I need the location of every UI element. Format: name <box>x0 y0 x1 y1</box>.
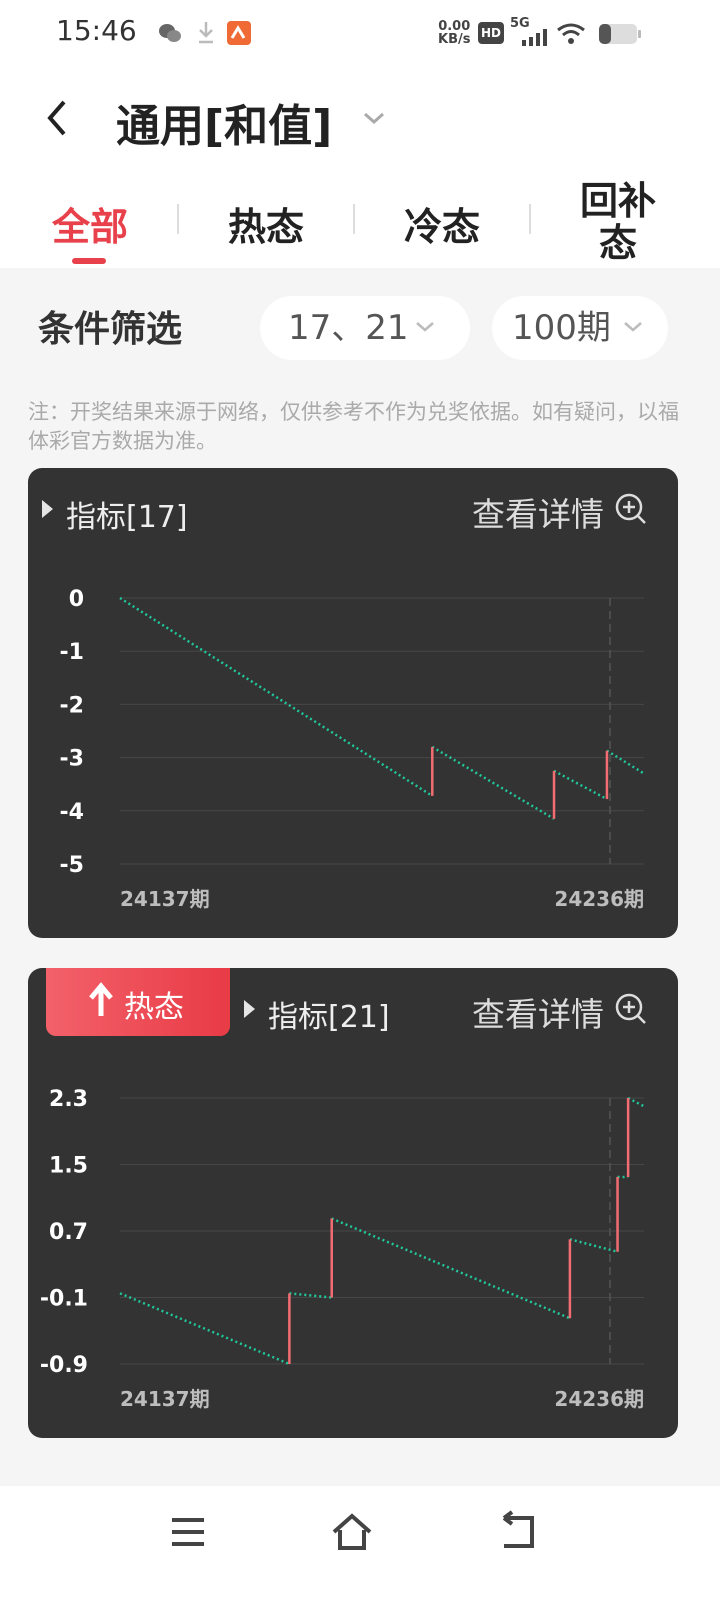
wifi-icon <box>557 23 585 44</box>
y-tick-label: -5 <box>60 853 84 878</box>
indicator-card-17: 指标[17] 查看详情 0 -1 -2 -3 -4 -5 24137期 24236期 <box>28 468 678 938</box>
filter-row: 条件筛选 17、21 100期 <box>0 268 720 378</box>
back-arrow-icon[interactable] <box>42 98 74 138</box>
trend-line-segment <box>119 1292 290 1366</box>
numbers-select-value: 17、21 <box>288 308 409 348</box>
trend-line-segment <box>627 1096 645 1108</box>
indicator-17-chart: 0 -1 -2 -3 -4 -5 24137期 24236期 <box>60 587 645 911</box>
x-end-label: 24236期 <box>554 1387 644 1411</box>
tab-active-indicator <box>72 258 106 264</box>
disclaimer-note: 注：开奖结果来源于网络，仅供参考不作为兑奖依据。如有疑问，以福体彩官方数据为准。 <box>28 400 679 453</box>
status-bar: 15:46 0.00 KB/s HD 5G <box>0 0 720 68</box>
home-icon[interactable] <box>328 1508 376 1556</box>
tab-divider <box>353 204 355 234</box>
tab-divider <box>177 204 179 234</box>
indicator-card-21: 热态 指标[21] 查看详情 2.3 1.5 0.7 -0.1 -0.9 24137期 24… <box>28 968 678 1438</box>
download-icon <box>199 22 213 44</box>
battery-icon <box>599 24 641 44</box>
indicator-21-chart: 2.3 1.5 0.7 -0.1 -0.9 24137期 24236期 <box>40 1087 645 1411</box>
trend-line-segment <box>289 1292 332 1299</box>
numbers-select[interactable]: 17、21 <box>260 296 470 360</box>
x-end-label: 24236期 <box>554 887 644 911</box>
x-start-label: 24137期 <box>120 1387 210 1411</box>
system-nav-bar <box>0 1486 720 1600</box>
tab-cold[interactable]: 冷态 <box>396 196 488 251</box>
trend-line-segment <box>606 749 645 775</box>
chevron-down-icon[interactable] <box>362 106 386 130</box>
menu-icon[interactable] <box>164 1508 212 1556</box>
net-speed-unit: KB/s <box>438 32 471 47</box>
hd-label: HD <box>480 26 501 40</box>
status-time: 15:46 <box>56 14 137 47</box>
chevron-down-icon <box>416 322 434 332</box>
period-select-value: 100期 <box>512 308 611 348</box>
y-tick-label: -2 <box>60 693 84 718</box>
page-title[interactable]: 通用[和值] <box>116 90 332 154</box>
y-tick-label: -0.1 <box>40 1287 88 1312</box>
x-start-label: 24137期 <box>120 887 210 911</box>
hd-icon: HD <box>478 22 504 44</box>
y-tick-label: 0 <box>69 587 84 612</box>
back-icon[interactable] <box>494 1508 542 1556</box>
y-tick-label: 0.7 <box>49 1220 88 1245</box>
app-notification-icon <box>227 21 251 45</box>
y-tick-label: 2.3 <box>49 1087 88 1112</box>
tab-hot[interactable]: 热态 <box>220 196 312 251</box>
y-tick-label: -0.9 <box>40 1353 88 1378</box>
filter-label: 条件筛选 <box>38 309 183 350</box>
y-tick-label: -1 <box>60 640 84 665</box>
wechat-icon <box>159 24 181 42</box>
net-speed: 0.00 KB/s <box>438 20 470 46</box>
tab-divider <box>529 204 531 234</box>
y-tick-label: 1.5 <box>49 1154 88 1179</box>
app-header: 通用[和值] <box>0 68 720 176</box>
trend-line-segment <box>553 769 608 801</box>
trend-line-segment <box>119 596 433 797</box>
y-tick-label: -4 <box>60 800 84 825</box>
tab-all[interactable]: 全部 <box>44 196 136 251</box>
tab-rebound[interactable]: 回补态 <box>572 180 664 264</box>
chevron-down-icon <box>624 322 642 332</box>
trend-line-segment <box>331 1217 571 1320</box>
signal-icon <box>522 29 547 46</box>
tab-bar: 全部 热态 冷态 回补态 <box>0 176 720 268</box>
y-tick-label: -3 <box>60 747 84 772</box>
period-select[interactable]: 100期 <box>492 296 668 360</box>
